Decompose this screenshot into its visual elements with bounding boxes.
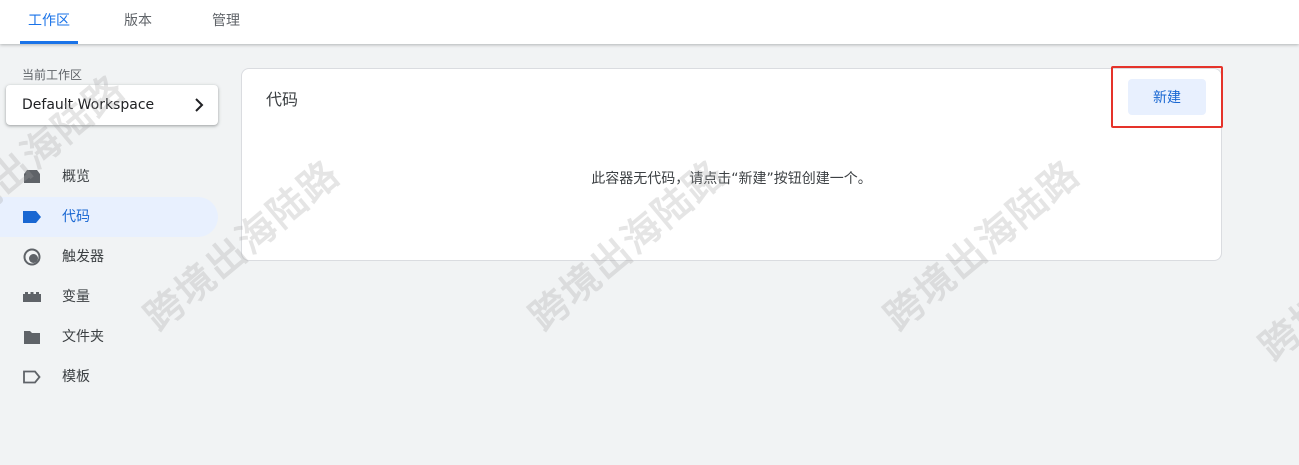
trigger-icon: [23, 248, 41, 266]
sidebar-item-label: 文件夹: [62, 329, 104, 345]
sidebar-item-label: 模板: [62, 369, 90, 385]
top-tab-bar: 工作区 版本 管理: [0, 0, 1299, 44]
sidebar-item-label: 概览: [62, 169, 90, 185]
sidebar-item-triggers[interactable]: 触发器: [0, 237, 218, 277]
template-icon: [23, 370, 41, 384]
sidebar-item-label: 变量: [62, 289, 90, 305]
tab-versions[interactable]: 版本: [110, 0, 166, 44]
watermark: 跨境出海陆路: [1251, 181, 1299, 370]
sidebar-item-variables[interactable]: 变量: [0, 277, 218, 317]
card-title: 代码: [266, 90, 299, 109]
tag-icon: [23, 211, 41, 223]
variable-icon: [23, 292, 41, 302]
workspace-selector[interactable]: Default Workspace: [6, 85, 218, 125]
sidebar-item-templates[interactable]: 模板: [0, 357, 218, 397]
sidebar-item-folders[interactable]: 文件夹: [0, 317, 218, 357]
highlight-annotation-box: [1111, 66, 1223, 128]
tab-workspace[interactable]: 工作区: [20, 0, 78, 44]
current-workspace-label: 当前工作区: [22, 68, 83, 82]
empty-state-message: 此容器无代码，请点击“新建”按钮创建一个。: [591, 171, 872, 187]
tab-admin[interactable]: 管理: [198, 0, 254, 44]
workspace-name: Default Workspace: [22, 97, 155, 113]
sidebar-item-overview[interactable]: 概览: [0, 157, 218, 197]
overview-icon: [24, 170, 40, 183]
chevron-right-icon: [195, 98, 204, 112]
sidebar-item-tags[interactable]: 代码: [0, 197, 218, 237]
sidebar-item-label: 触发器: [62, 249, 104, 265]
tags-card: 代码 此容器无代码，请点击“新建”按钮创建一个。: [241, 68, 1222, 261]
folder-icon: [24, 331, 40, 344]
sidebar-item-label: 代码: [62, 209, 90, 225]
